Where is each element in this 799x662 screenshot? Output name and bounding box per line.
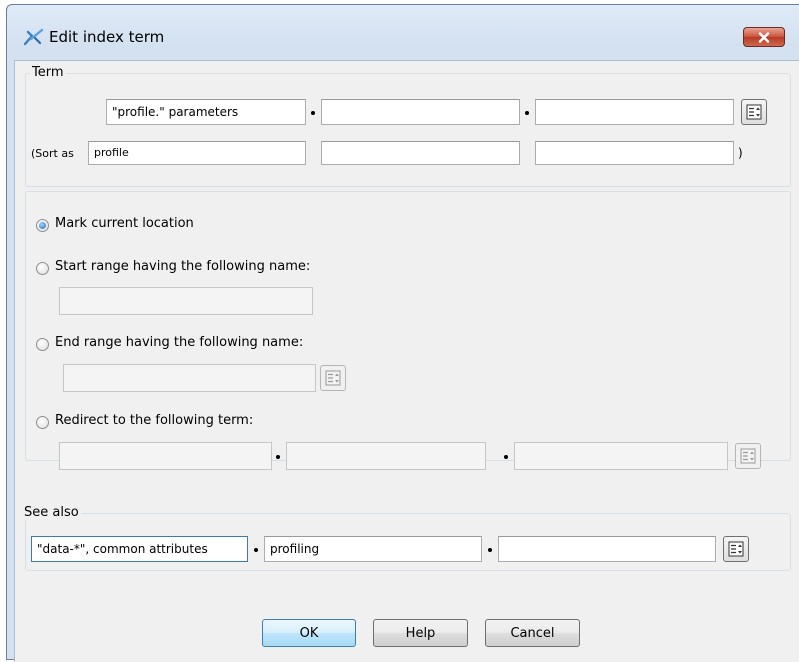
see-also-legend: See also <box>22 505 81 520</box>
mark-current-label[interactable]: Mark current location <box>55 216 194 231</box>
sort-field-secondary[interactable] <box>321 141 520 165</box>
see-also-field-primary[interactable]: "data-*", common attributes <box>31 536 248 562</box>
start-range-label[interactable]: Start range having the following name: <box>55 259 310 274</box>
term-field-tertiary[interactable] <box>535 99 734 125</box>
ok-button[interactable]: OK <box>262 619 356 647</box>
separator-dot <box>276 455 280 459</box>
see-also-field-tertiary[interactable] <box>498 536 716 562</box>
title-bar: Edit index term <box>7 5 799 61</box>
end-range-label[interactable]: End range having the following name: <box>55 335 303 350</box>
end-range-picker-button[interactable] <box>320 365 346 391</box>
separator-dot <box>488 548 492 552</box>
separator-dot <box>311 111 315 115</box>
redirect-field-primary[interactable] <box>59 442 272 470</box>
close-button[interactable] <box>743 27 785 47</box>
sort-as-label: (Sort as <box>31 147 74 160</box>
list-picker-icon <box>325 370 341 386</box>
separator-dot <box>525 111 529 115</box>
redirect-radio[interactable] <box>36 416 49 429</box>
help-button[interactable]: Help <box>373 619 468 647</box>
end-range-radio[interactable] <box>36 338 49 351</box>
location-group: Mark current location Start range having… <box>25 191 791 470</box>
term-legend: Term <box>30 65 66 80</box>
see-also-group: See also "data-*", common attributes pro… <box>22 505 791 571</box>
edit-index-term-dialog: Edit index term Term "profile." paramete… <box>6 4 799 662</box>
redirect-field-tertiary[interactable] <box>514 442 728 470</box>
close-icon <box>758 31 770 43</box>
term-group: Term "profile." parameters (Sort as prof… <box>25 65 791 187</box>
separator-dot <box>254 548 258 552</box>
see-also-field-secondary[interactable]: profiling <box>264 536 482 562</box>
see-also-picker-button[interactable] <box>723 536 749 562</box>
redirect-field-secondary[interactable] <box>286 442 486 470</box>
dialog-content: Term "profile." parameters (Sort as prof… <box>14 60 799 662</box>
cancel-button[interactable]: Cancel <box>485 619 580 647</box>
mark-current-radio[interactable] <box>36 219 49 232</box>
index-term-icon <box>23 28 44 46</box>
start-range-name-field[interactable] <box>59 287 313 315</box>
separator-dot <box>504 455 508 459</box>
term-picker-button[interactable] <box>741 99 767 125</box>
redirect-picker-button[interactable] <box>735 443 761 469</box>
list-picker-icon <box>740 448 756 464</box>
sort-close-paren: ) <box>738 146 743 160</box>
end-range-name-field[interactable] <box>63 364 316 392</box>
sort-field-primary[interactable]: profile <box>88 141 306 165</box>
term-field-secondary[interactable] <box>321 99 520 125</box>
list-picker-icon <box>746 104 762 120</box>
redirect-label[interactable]: Redirect to the following term: <box>55 413 253 428</box>
list-picker-icon <box>728 541 744 557</box>
dialog-title: Edit index term <box>49 28 165 46</box>
term-field-primary[interactable]: "profile." parameters <box>106 99 306 125</box>
sort-field-tertiary[interactable] <box>535 141 734 165</box>
start-range-radio[interactable] <box>36 262 49 275</box>
